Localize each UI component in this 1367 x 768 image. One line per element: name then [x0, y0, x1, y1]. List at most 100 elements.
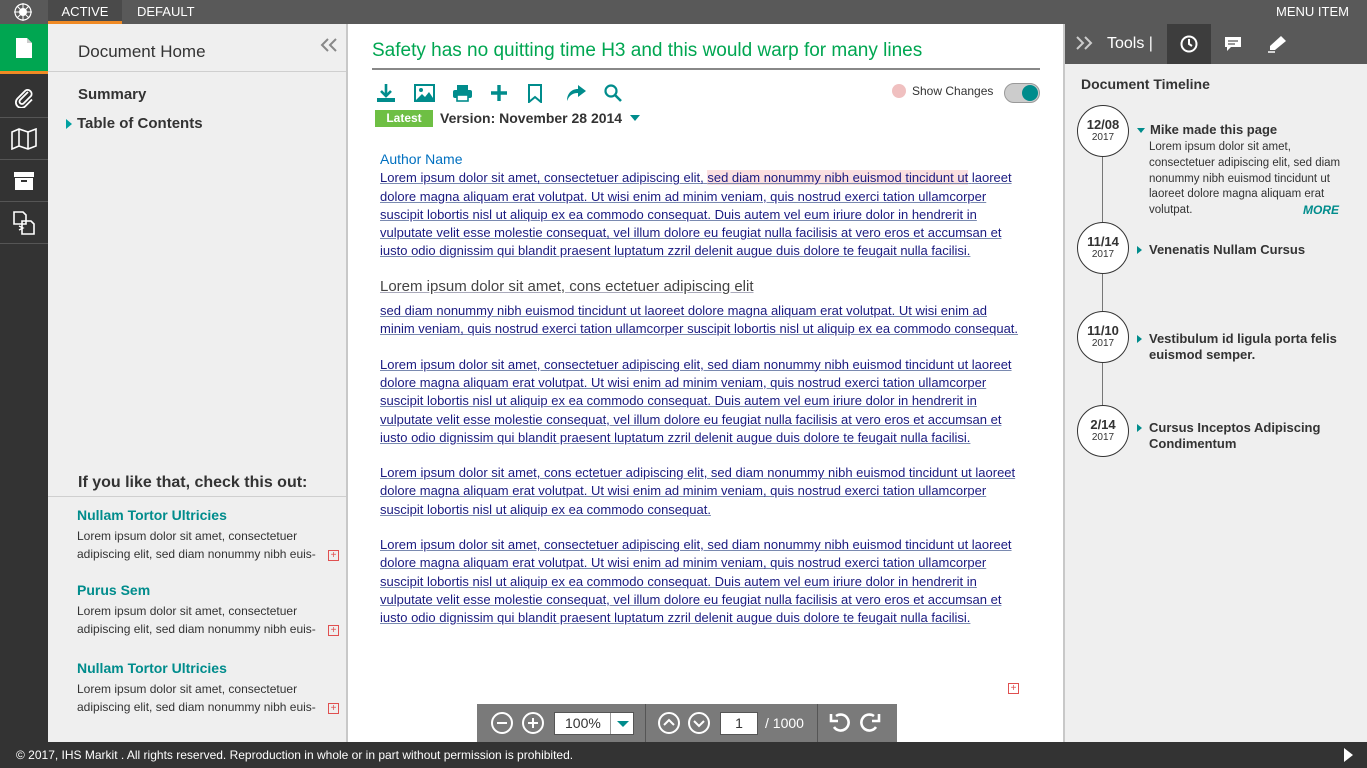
timeline-line: [1102, 124, 1103, 434]
related-item-desc: Lorem ipsum dolor sit amet, consectetuer…: [77, 682, 316, 714]
search-button[interactable]: [604, 82, 642, 104]
expand-triangle-icon: [1137, 335, 1142, 343]
tab-active[interactable]: ACTIVE: [48, 0, 122, 24]
timeline-entry-header[interactable]: Venenatis Nullam Cursus: [1137, 242, 1355, 258]
zoom-dropdown-button[interactable]: [610, 713, 633, 734]
document-toolbar: [376, 82, 642, 104]
document-home-link[interactable]: Document Home: [78, 42, 206, 62]
show-changes-toggle[interactable]: [1004, 83, 1040, 103]
tab-annotate[interactable]: [1255, 24, 1299, 64]
timeline-entry-title: Venenatis Nullam Cursus: [1149, 242, 1306, 257]
page-total: / 1000: [765, 715, 804, 731]
version-label: Version: November 28 2014: [440, 110, 623, 126]
share-icon: [567, 85, 586, 101]
paragraph: sed diam nonummy nibh euismod tincidunt …: [380, 303, 1019, 337]
more-link[interactable]: MORE: [1303, 203, 1339, 217]
share-button[interactable]: [566, 82, 604, 104]
timeline-date-year: 2017: [1091, 132, 1115, 143]
compare-rail-button[interactable]: [0, 202, 48, 244]
timeline-date-day: 2/14: [1090, 417, 1116, 432]
timeline-entry-header[interactable]: Mike made this page: [1137, 122, 1355, 138]
highlighted-change[interactable]: sed diam nonummy nibh euismod tincidunt …: [707, 170, 969, 186]
download-button[interactable]: [376, 82, 414, 104]
left-panel: Document Home Summary Table of Contents …: [48, 24, 348, 742]
minus-icon: [497, 722, 507, 724]
timeline-date-year: 2017: [1091, 432, 1115, 443]
section-heading: Lorem ipsum dolor sit amet, cons ectetue…: [380, 277, 754, 295]
timeline-date-day: 11/14: [1087, 234, 1119, 249]
expand-plus-icon[interactable]: +: [328, 550, 339, 561]
archive-rail-button[interactable]: [0, 160, 48, 202]
table-of-contents-link[interactable]: Table of Contents: [66, 115, 203, 132]
map-rail-button[interactable]: [0, 118, 48, 160]
search-icon: [604, 84, 622, 102]
zoom-in-button[interactable]: [522, 712, 544, 734]
page-number-input[interactable]: 1: [720, 712, 758, 735]
plus-icon: [528, 718, 538, 728]
timeline-entry-header[interactable]: Vestibulum id ligula porta felis euismod…: [1137, 331, 1355, 363]
expand-plus-icon[interactable]: +: [328, 625, 339, 636]
divider: [48, 71, 346, 72]
logo-icon: [14, 3, 32, 21]
redo-icon[interactable]: [857, 712, 881, 734]
bookmark-button[interactable]: [528, 82, 566, 104]
timeline-entry: Mike made this page Lorem ipsum dolor si…: [1137, 122, 1355, 217]
right-panel: Tools | Document Timeline 12/08 2017 Mik…: [1063, 24, 1367, 742]
author-name[interactable]: Author Name: [380, 150, 1020, 168]
summary-link[interactable]: Summary: [78, 86, 146, 103]
related-item-title[interactable]: Purus Sem: [77, 582, 339, 598]
toc-label: Table of Contents: [77, 115, 203, 132]
menu-item-button[interactable]: MENU ITEM: [1276, 0, 1349, 24]
tools-label: Tools |: [1107, 35, 1153, 52]
timeline-date-day: 11/10: [1087, 323, 1119, 338]
paperclip-icon: [15, 88, 33, 108]
attachments-rail-button[interactable]: [0, 76, 48, 118]
related-item: Nullam Tortor Ultricies Lorem ipsum dolo…: [77, 660, 339, 716]
icon-rail: [0, 24, 48, 742]
timeline-date: 11/14 2017: [1077, 222, 1129, 274]
print-icon: [453, 85, 472, 102]
tab-timeline[interactable]: [1167, 24, 1211, 64]
expand-triangle-icon: [1137, 246, 1142, 254]
divider: [645, 704, 646, 742]
expand-right-icon[interactable]: [1075, 36, 1093, 50]
collapse-left-icon[interactable]: [320, 38, 338, 52]
document-rail-button[interactable]: [0, 24, 48, 74]
main-content: Safety has no quitting time H3 and this …: [350, 24, 1063, 742]
timeline-entry-header[interactable]: Cursus Inceptos Adipiscing Condimentum: [1137, 420, 1355, 452]
copyright-text: © 2017, IHS Markit . All rights reserved…: [16, 748, 574, 762]
tab-comments[interactable]: [1211, 24, 1255, 64]
print-button[interactable]: [452, 82, 490, 104]
add-button[interactable]: [490, 82, 528, 104]
timeline-date-year: 2017: [1091, 338, 1115, 349]
image-button[interactable]: [414, 82, 452, 104]
timeline-entry: Cursus Inceptos Adipiscing Condimentum: [1137, 420, 1355, 452]
expand-triangle-icon: [1137, 424, 1142, 432]
timeline-date-year: 2017: [1091, 249, 1115, 260]
expand-plus-icon[interactable]: +: [328, 703, 339, 714]
next-page-button[interactable]: [688, 712, 710, 734]
show-changes-label: Show Changes: [912, 84, 994, 98]
paragraph-text: Lorem ipsum dolor sit amet, consectetuer…: [380, 170, 704, 186]
document-body: Author Name Lorem ipsum dolor sit amet, …: [380, 150, 1020, 628]
version-dropdown[interactable]: Version: November 28 2014: [440, 110, 641, 126]
tab-default[interactable]: DEFAULT: [124, 0, 208, 24]
expand-plus-icon[interactable]: +: [1008, 683, 1019, 694]
zoom-out-button[interactable]: [491, 712, 513, 734]
clock-icon: [1180, 35, 1198, 53]
timeline-date-day: 12/08: [1086, 117, 1120, 132]
top-bar: ACTIVE DEFAULT MENU ITEM: [0, 0, 1367, 24]
timeline-title: Document Timeline: [1081, 76, 1210, 92]
undo-icon[interactable]: [829, 712, 853, 734]
previous-page-button[interactable]: [658, 712, 680, 734]
timeline-date: 12/08 2017: [1077, 105, 1129, 157]
chevron-up-icon: [663, 718, 675, 726]
related-item-title[interactable]: Nullam Tortor Ultricies: [77, 660, 339, 676]
expand-triangle-icon: [66, 118, 72, 129]
related-item-title[interactable]: Nullam Tortor Ultricies: [77, 507, 339, 523]
play-arrow-icon[interactable]: [1344, 748, 1353, 762]
timeline-entry-title: Mike made this page: [1150, 122, 1278, 137]
footer: © 2017, IHS Markit . All rights reserved…: [0, 742, 1367, 768]
archive-icon: [14, 171, 34, 190]
pager-bar: 100% 1 / 1000: [477, 704, 897, 742]
